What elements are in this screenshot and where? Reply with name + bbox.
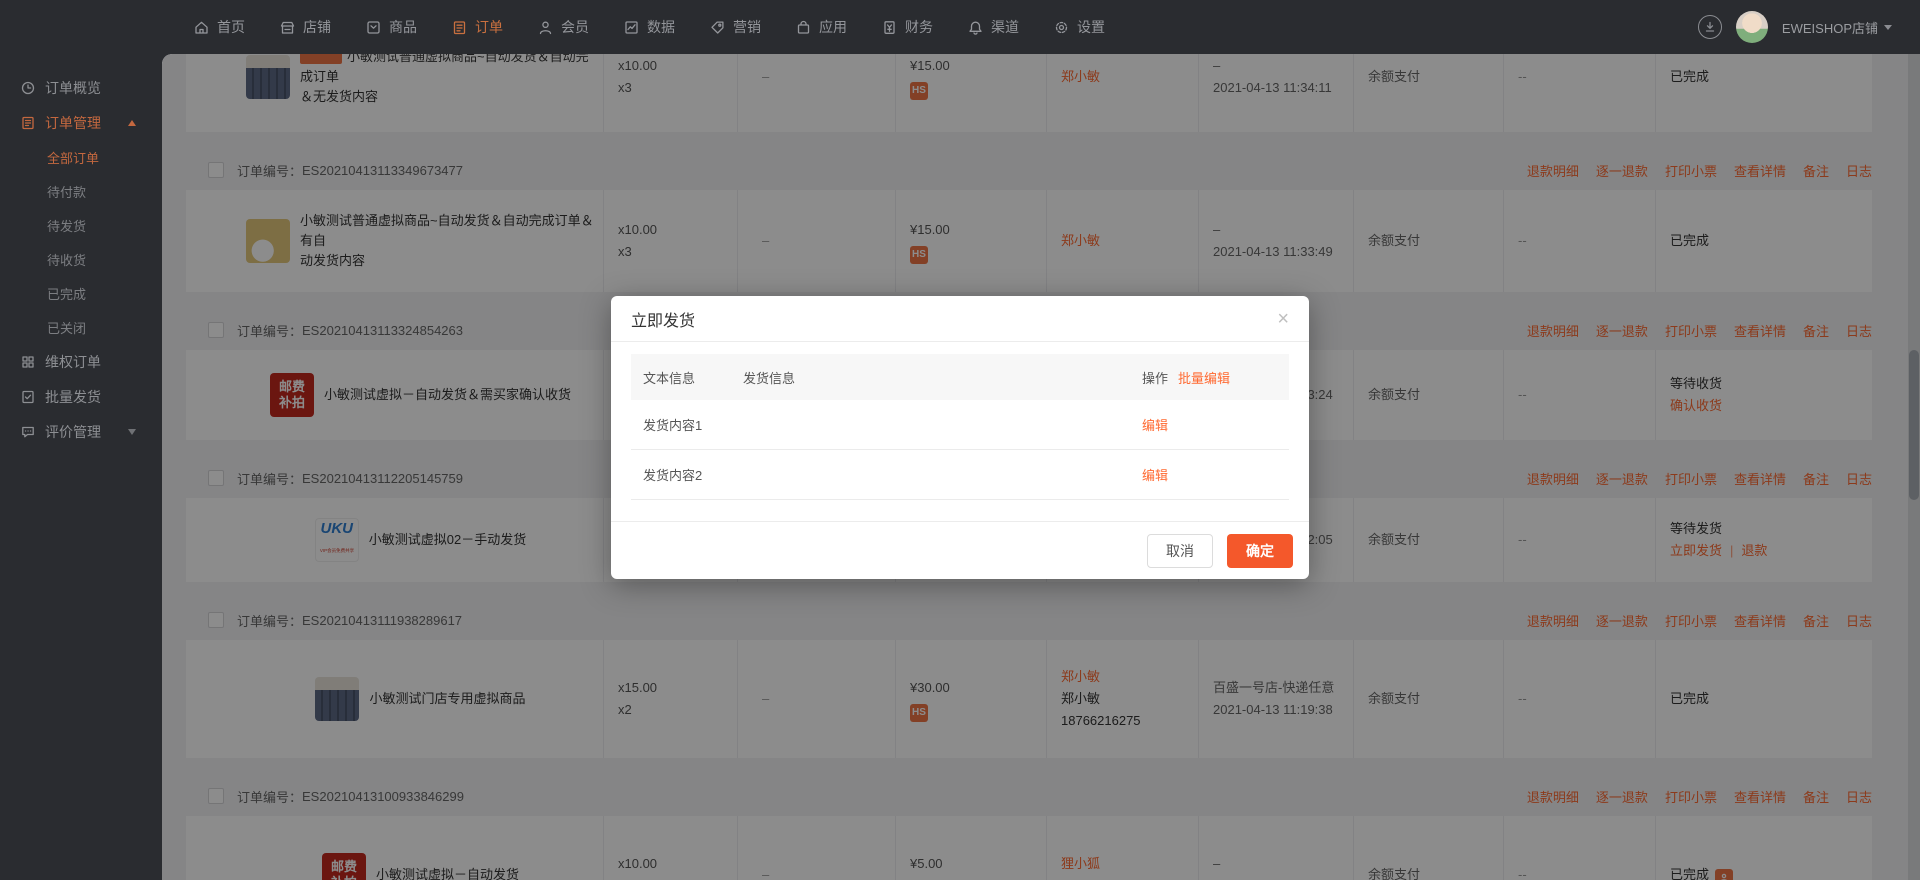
nav-item-label: 首页 — [217, 17, 245, 37]
close-icon[interactable]: × — [1277, 309, 1289, 329]
shipping-row-label: 发货内容1 — [643, 415, 702, 434]
batch-edit-link[interactable]: 批量编辑 — [1178, 368, 1230, 387]
sidebar-item-completed[interactable]: 已完成 — [0, 276, 162, 310]
nav-item-shop[interactable]: 店铺 — [279, 17, 331, 37]
sidebar-item-rights-orders[interactable]: 维权订单 — [0, 344, 162, 379]
sidebar-item-review-management[interactable]: 评价管理 — [0, 414, 162, 449]
sidebar-item-pending-shipment[interactable]: 待发货 — [0, 208, 162, 242]
checklist-icon — [20, 389, 36, 405]
nav-item-marketing[interactable]: 营销 — [709, 17, 761, 37]
nav-item-home[interactable]: 首页 — [193, 17, 245, 37]
shipping-row: 发货内容1 编辑 — [631, 400, 1289, 450]
confirm-button[interactable]: 确定 — [1227, 534, 1293, 568]
sidebar-item-pending-receipt[interactable]: 待收货 — [0, 242, 162, 276]
sidebar-item-closed[interactable]: 已关闭 — [0, 310, 162, 344]
person-icon — [537, 19, 554, 36]
nav-item-label: 应用 — [819, 17, 847, 37]
grid-icon — [20, 354, 36, 370]
bag-icon — [795, 19, 812, 36]
nav-item-member[interactable]: 会员 — [537, 17, 589, 37]
finance-icon — [881, 19, 898, 36]
nav-item-label: 数据 — [647, 17, 675, 37]
nav-item-label: 商品 — [389, 17, 417, 37]
download-icon[interactable] — [1698, 15, 1722, 39]
avatar[interactable] — [1736, 11, 1768, 43]
nav-item-order[interactable]: 订单 — [451, 17, 503, 37]
sidebar-item-label: 订单管理 — [45, 113, 101, 133]
order-doc-icon — [20, 115, 36, 131]
box-icon — [365, 19, 382, 36]
nav-item-label: 渠道 — [991, 17, 1019, 37]
nav-item-finance[interactable]: 财务 — [881, 17, 933, 37]
sidebar: 订单概览 订单管理 全部订单 待付款 待发货 待收货 已完成 已关闭 维权订单 … — [0, 54, 162, 880]
ship-now-modal: 立即发货 × 文本信息 发货信息 操作 批量编辑 发货内容1 编辑 发货内容2 … — [611, 296, 1309, 579]
nav-menu: 首页 店铺 商品 订单 会员 数据 营销 应用 — [193, 17, 1139, 37]
top-navbar: 首页 店铺 商品 订单 会员 数据 营销 应用 — [0, 0, 1920, 54]
chat-icon — [20, 424, 36, 440]
chevron-down-icon — [1884, 25, 1892, 30]
nav-item-label: 财务 — [905, 17, 933, 37]
chevron-up-icon — [128, 120, 136, 126]
edit-link[interactable]: 编辑 — [1142, 415, 1277, 434]
sidebar-item-label: 评价管理 — [45, 422, 101, 442]
gear-icon — [1053, 19, 1070, 36]
col-operation: 操作 — [1142, 368, 1168, 387]
nav-item-channel[interactable]: 渠道 — [967, 17, 1019, 37]
shop-name-label: EWEISHOP店铺 — [1782, 18, 1878, 37]
nav-item-label: 设置 — [1077, 17, 1105, 37]
cancel-button[interactable]: 取消 — [1147, 534, 1213, 568]
sidebar-item-pending-payment[interactable]: 待付款 — [0, 174, 162, 208]
chevron-down-icon — [128, 429, 136, 435]
modal-title: 立即发货 — [631, 307, 695, 331]
nav-item-label: 店铺 — [303, 17, 331, 37]
sidebar-item-all-orders[interactable]: 全部订单 — [0, 140, 162, 174]
shipping-table: 文本信息 发货信息 操作 批量编辑 发货内容1 编辑 发货内容2 编辑 — [631, 354, 1289, 500]
sidebar-item-order-overview[interactable]: 订单概览 — [0, 70, 162, 105]
nav-item-label: 营销 — [733, 17, 761, 37]
sidebar-item-label: 订单概览 — [45, 78, 101, 98]
nav-item-app[interactable]: 应用 — [795, 17, 847, 37]
nav-item-label: 订单 — [475, 17, 503, 37]
col-ship-info: 发货信息 — [743, 368, 795, 387]
sidebar-item-label: 维权订单 — [45, 352, 101, 372]
sidebar-item-order-management[interactable]: 订单管理 — [0, 105, 162, 140]
storefront-icon — [279, 19, 296, 36]
order-doc-icon — [451, 19, 468, 36]
nav-item-data[interactable]: 数据 — [623, 17, 675, 37]
sidebar-item-label: 批量发货 — [45, 387, 101, 407]
tag-icon — [709, 19, 726, 36]
edit-link[interactable]: 编辑 — [1142, 465, 1277, 484]
nav-item-settings[interactable]: 设置 — [1053, 17, 1105, 37]
sidebar-item-batch-shipment[interactable]: 批量发货 — [0, 379, 162, 414]
home-icon — [193, 19, 210, 36]
shipping-row-label: 发货内容2 — [643, 465, 702, 484]
shipping-row: 发货内容2 编辑 — [631, 450, 1289, 500]
bell-icon — [967, 19, 984, 36]
nav-item-product[interactable]: 商品 — [365, 17, 417, 37]
chart-icon — [623, 19, 640, 36]
nav-item-label: 会员 — [561, 17, 589, 37]
clock-icon — [20, 80, 36, 96]
shop-menu[interactable]: EWEISHOP店铺 — [1782, 18, 1892, 37]
col-text-info: 文本信息 — [643, 368, 743, 387]
